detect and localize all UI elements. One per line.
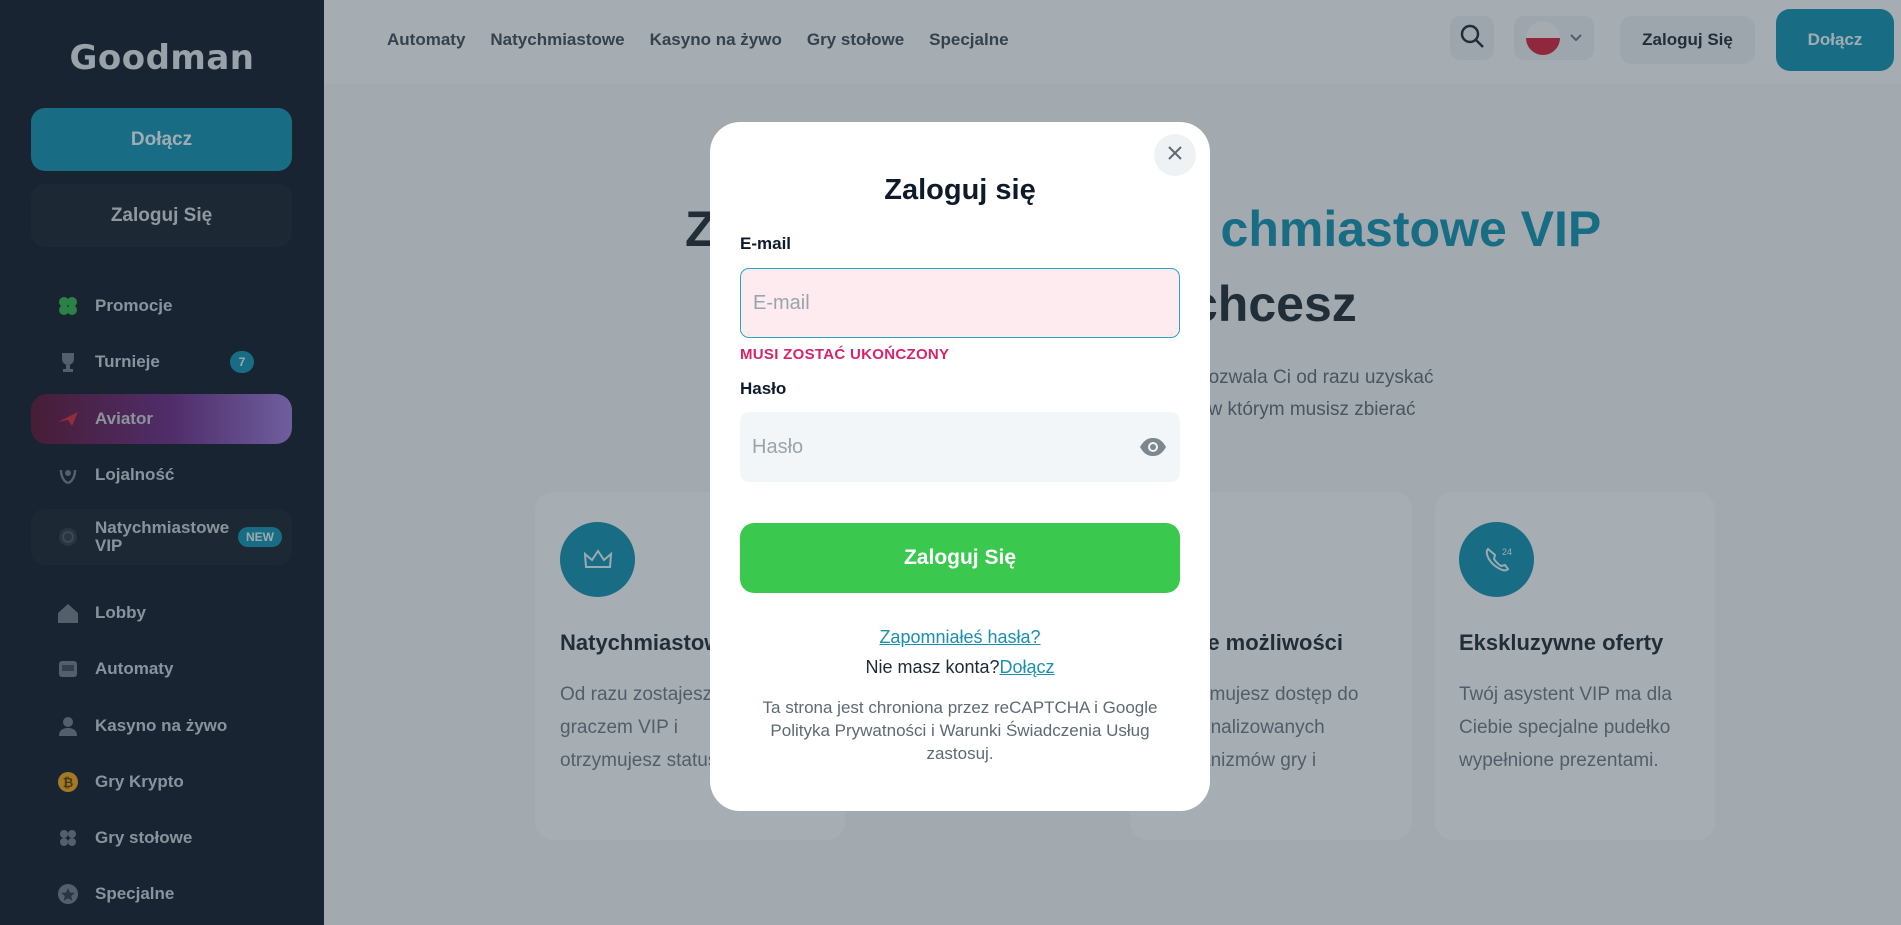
no-account-text: Nie masz konta?Dołącz (710, 657, 1210, 678)
close-button[interactable] (1154, 134, 1196, 176)
email-error-message: MUSI ZOSTAĆ UKOŃCZONY (740, 346, 950, 363)
login-submit-button[interactable]: Zaloguj Się (740, 523, 1180, 593)
login-modal: Zaloguj się E-mail MUSI ZOSTAĆ UKOŃCZONY… (710, 122, 1210, 811)
email-field-wrapper (740, 268, 1180, 338)
password-label: Hasło (740, 379, 787, 398)
password-field[interactable] (740, 412, 1180, 482)
email-field[interactable] (741, 269, 1179, 337)
modal-title: Zaloguj się (884, 174, 1036, 206)
close-icon (1167, 145, 1183, 166)
no-account-label: Nie masz konta? (865, 657, 1000, 677)
recaptcha-notice: Ta strona jest chroniona przez reCAPTCHA… (762, 698, 1158, 763)
email-label: E-mail (740, 234, 792, 253)
show-password-icon[interactable] (1138, 434, 1168, 460)
join-link[interactable]: Dołącz (1000, 657, 1055, 677)
password-field-wrapper (740, 412, 1180, 482)
forgot-password-link[interactable]: Zapomniałeś hasła? (710, 627, 1210, 648)
